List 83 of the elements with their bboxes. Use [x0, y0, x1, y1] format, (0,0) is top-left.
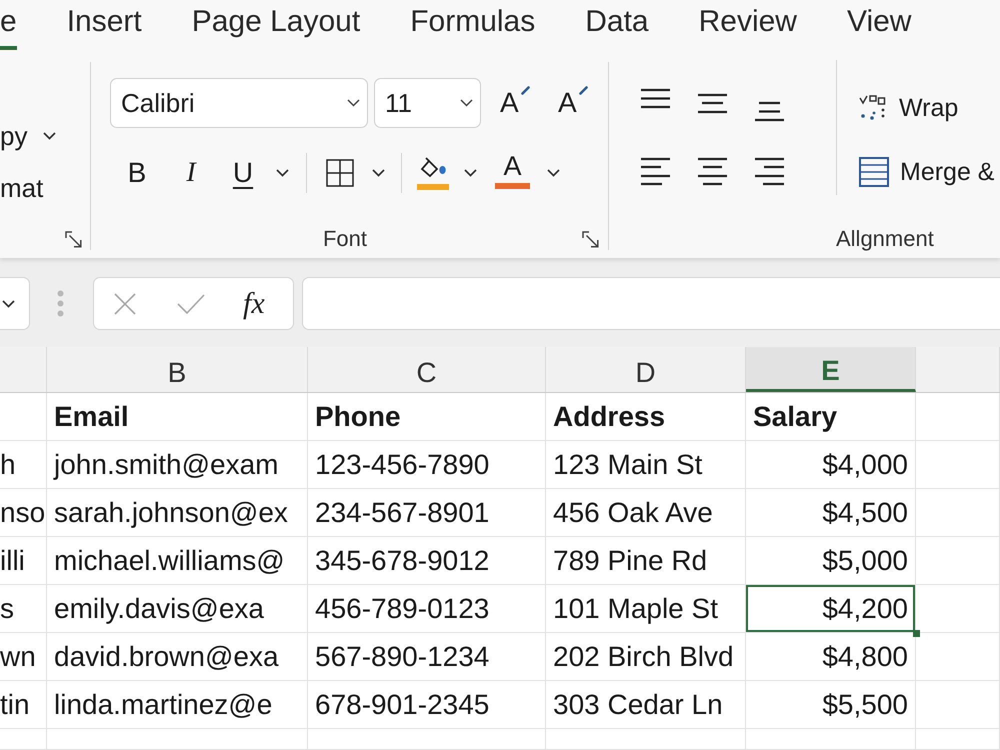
align-right-icon[interactable]	[754, 157, 785, 186]
table-cell: linda.martinez@e	[47, 681, 308, 729]
table-cell: 101 Maple St	[546, 585, 746, 633]
header-cell: Phone	[308, 393, 546, 441]
table-cell: sarah.johnson@ex	[47, 489, 308, 537]
table-cell: 123-456-7890	[308, 441, 546, 489]
table-cell: 789 Pine Rd	[546, 537, 746, 585]
grow-font-button[interactable]: A	[500, 83, 530, 123]
table-cell: 303 Cedar Ln	[546, 681, 746, 729]
chevron-down-icon[interactable]	[547, 168, 560, 176]
empty-cell	[0, 729, 47, 750]
ribbon-tab[interactable]: Insert	[66, 0, 142, 50]
table-cell: $5,500	[746, 681, 916, 729]
italic-button[interactable]: I	[164, 150, 218, 194]
table-cell: 456-789-0123	[308, 585, 546, 633]
align-left-icon[interactable]	[640, 157, 671, 186]
table-cell: 567-890-1234	[308, 633, 546, 681]
formula-input[interactable]	[302, 277, 1000, 330]
check-icon[interactable]	[176, 292, 206, 314]
ribbon-tab[interactable]: Review	[698, 0, 797, 50]
chevron-down-icon[interactable]	[43, 132, 56, 140]
table-cell: s	[0, 585, 47, 633]
underline-button[interactable]: U	[218, 150, 268, 194]
table-cell: david.brown@exa	[47, 633, 308, 681]
ribbon-tab[interactable]: e	[0, 0, 17, 50]
table-cell: john.smith@exam	[47, 441, 308, 489]
ribbon-tab[interactable]: Page Layout	[192, 0, 360, 50]
header-cell: Email	[47, 393, 308, 441]
ribbon-tab[interactable]: Formulas	[410, 0, 536, 50]
ribbon-tab[interactable]: View	[846, 0, 912, 50]
chevron-down-icon[interactable]	[372, 168, 385, 176]
dialog-launcher-icon[interactable]	[582, 230, 599, 248]
chevron-down-icon[interactable]	[464, 168, 477, 176]
font-name-dropdown[interactable]: Calibri	[110, 78, 368, 128]
merge-cells-icon	[859, 157, 889, 187]
chevron-down-icon	[347, 99, 360, 107]
table-cell: 456 Oak Ave	[546, 489, 746, 537]
table-cell: emily.davis@exa	[47, 585, 308, 633]
table-cell: $4,800	[746, 633, 916, 681]
table-cell: illi	[0, 537, 47, 585]
header-cell: Address	[546, 393, 746, 441]
slash-mark-icon	[521, 86, 530, 95]
table-cell: 678-901-2345	[308, 681, 546, 729]
insert-function-button[interactable]: fx	[243, 286, 265, 322]
wrap-text-icon	[859, 95, 887, 121]
table-cell: 234-567-8901	[308, 489, 546, 537]
table-cell: h	[0, 441, 47, 489]
format-button[interactable]: mat	[0, 172, 44, 204]
bold-button[interactable]: B	[110, 150, 164, 194]
column-header[interactable]: E	[746, 347, 916, 392]
table-cell: nso	[0, 489, 47, 537]
group-label: Font	[322, 226, 368, 252]
slash-mark-icon	[579, 86, 588, 95]
grid-icon[interactable]	[326, 158, 354, 186]
wrap-text-button[interactable]: Wrap	[859, 94, 994, 122]
align-center-icon[interactable]	[697, 157, 728, 186]
table-cell: 202 Birch Blvd	[546, 633, 746, 681]
table-cell: wn	[0, 633, 47, 681]
name-box-field[interactable]	[0, 277, 30, 330]
fill-handle[interactable]	[913, 630, 920, 637]
table-cell: $5,000	[746, 537, 916, 585]
chevron-down-icon[interactable]	[2, 300, 15, 308]
font-color-button[interactable]: A	[495, 150, 530, 194]
table-cell: $4,200	[746, 585, 916, 633]
table-cell: 345-678-9012	[308, 537, 546, 585]
group-label: Allgnment	[836, 226, 934, 252]
ribbon-tab[interactable]: Data	[585, 0, 649, 50]
shrink-font-button[interactable]: A	[558, 83, 588, 123]
table-cell: michael.williams@	[47, 537, 308, 585]
table-cell: 123 Main St	[546, 441, 746, 489]
column-header[interactable]: B	[47, 347, 308, 392]
font-size-dropdown[interactable]: 11	[374, 78, 481, 128]
header-cell: Salary	[746, 393, 916, 441]
copy-button[interactable]: py	[0, 120, 56, 152]
table-cell: tin	[0, 681, 47, 729]
column-header[interactable]: C	[308, 347, 546, 392]
chevron-down-icon[interactable]	[276, 168, 289, 176]
chevron-down-icon	[460, 99, 473, 107]
merge-button[interactable]: Merge &	[859, 157, 994, 187]
dialog-launcher-icon[interactable]	[65, 230, 82, 248]
table-cell: $4,500	[746, 489, 916, 537]
vertical-dots-icon[interactable]	[57, 290, 64, 317]
table-cell: $4,000	[746, 441, 916, 489]
